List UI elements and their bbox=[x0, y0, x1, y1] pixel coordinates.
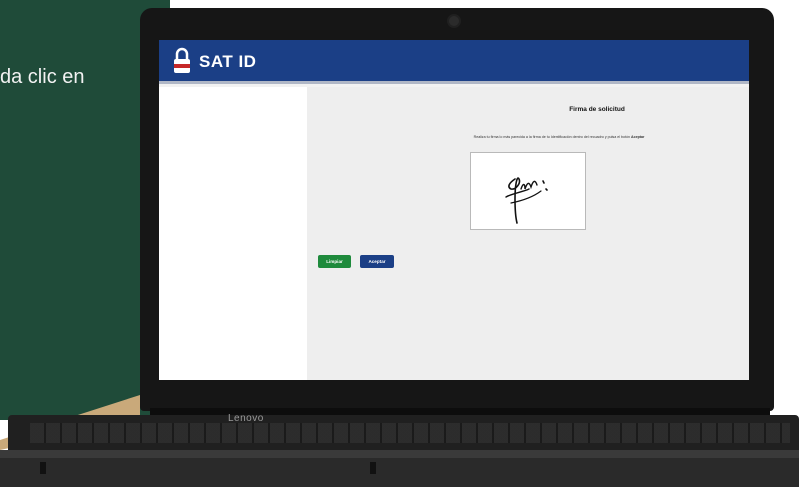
laptop-screen: SAT ID Firma de solicitud Realiza tu fir… bbox=[159, 40, 749, 380]
laptop-foot-middle bbox=[370, 462, 376, 474]
signature-form: Firma de solicitud Realiza tu firma lo m… bbox=[307, 87, 749, 380]
clear-button[interactable]: Limpiar bbox=[318, 255, 351, 268]
laptop-foot-left bbox=[40, 462, 46, 474]
keyboard-keys bbox=[30, 423, 790, 443]
instructions-emphasis: Aceptar bbox=[631, 135, 645, 139]
app-header: SAT ID bbox=[159, 40, 749, 84]
laptop-front-strip bbox=[0, 450, 799, 458]
accept-button[interactable]: Aceptar bbox=[360, 255, 394, 268]
lock-icon bbox=[174, 47, 190, 73]
webcam-icon bbox=[449, 16, 459, 26]
laptop-brand-logo: Lenovo bbox=[228, 413, 264, 424]
app-title: SAT ID bbox=[199, 52, 257, 71]
instructions-text: Realiza tu firma lo más parecida a la fi… bbox=[473, 135, 631, 139]
form-title: Firma de solicitud bbox=[569, 106, 625, 113]
signature-pad[interactable] bbox=[470, 152, 586, 230]
signature-icon bbox=[505, 177, 548, 224]
background-caption: da clic en bbox=[0, 66, 85, 88]
side-panel bbox=[159, 87, 307, 380]
form-instructions: Realiza tu firma lo más parecida a la fi… bbox=[379, 135, 739, 139]
